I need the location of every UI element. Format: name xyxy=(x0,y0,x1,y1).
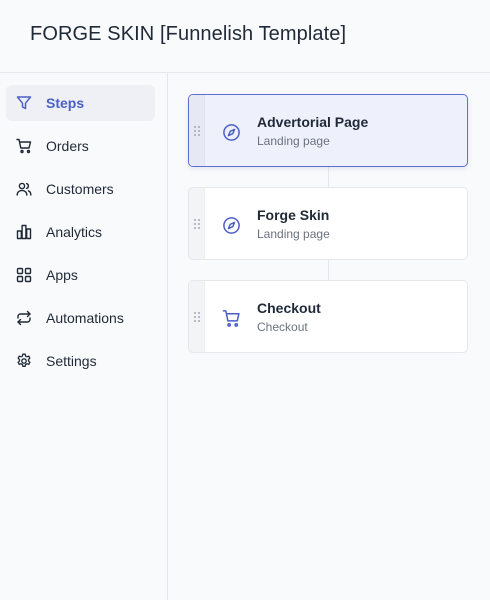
sidebar-item-label: Orders xyxy=(46,138,89,154)
drag-handle-icon[interactable] xyxy=(189,188,205,259)
gear-icon xyxy=(15,352,33,370)
step-connector xyxy=(328,166,329,188)
step-subtitle: Landing page xyxy=(257,134,330,148)
sidebar-item-apps[interactable]: Apps xyxy=(6,257,155,293)
cart-icon xyxy=(15,137,33,155)
step-card-checkout[interactable]: Checkout Checkout xyxy=(188,280,468,353)
sidebar-item-label: Apps xyxy=(46,267,78,283)
step-subtitle: Checkout xyxy=(257,320,308,334)
app-header: FORGE SKIN [Funnelish Template] xyxy=(0,0,490,73)
compass-icon xyxy=(221,122,241,142)
step-card-forge-skin[interactable]: Forge Skin Landing page xyxy=(188,187,468,260)
sidebar-item-label: Settings xyxy=(46,353,97,369)
sidebar-item-analytics[interactable]: Analytics xyxy=(6,214,155,250)
sidebar-item-label: Steps xyxy=(46,95,85,111)
repeat-icon xyxy=(15,309,33,327)
sidebar-item-label: Analytics xyxy=(46,224,103,240)
sidebar: Steps Orders Customers Analytics Apps Au… xyxy=(0,73,168,600)
step-title: Forge Skin xyxy=(257,207,330,223)
page-title: FORGE SKIN [Funnelish Template] xyxy=(30,23,347,45)
drag-handle-icon[interactable] xyxy=(189,95,205,166)
step-subtitle: Landing page xyxy=(257,227,330,241)
sidebar-item-orders[interactable]: Orders xyxy=(6,128,155,164)
bar-chart-icon xyxy=(15,223,33,241)
cart-icon xyxy=(221,308,241,328)
users-icon xyxy=(15,180,33,198)
sidebar-item-automations[interactable]: Automations xyxy=(6,300,155,336)
step-title: Advertorial Page xyxy=(257,114,369,130)
sidebar-item-settings[interactable]: Settings xyxy=(6,343,155,379)
sidebar-item-steps[interactable]: Steps xyxy=(6,85,155,121)
filter-icon xyxy=(15,94,33,112)
step-card-advertorial[interactable]: Advertorial Page Landing page xyxy=(188,94,468,167)
grid-icon xyxy=(15,266,33,284)
sidebar-item-label: Automations xyxy=(46,310,124,326)
sidebar-item-customers[interactable]: Customers xyxy=(6,171,155,207)
compass-icon xyxy=(221,215,241,235)
drag-handle-icon[interactable] xyxy=(189,281,205,352)
sidebar-item-label: Customers xyxy=(46,181,114,197)
step-connector xyxy=(328,259,329,281)
step-title: Checkout xyxy=(257,300,321,316)
